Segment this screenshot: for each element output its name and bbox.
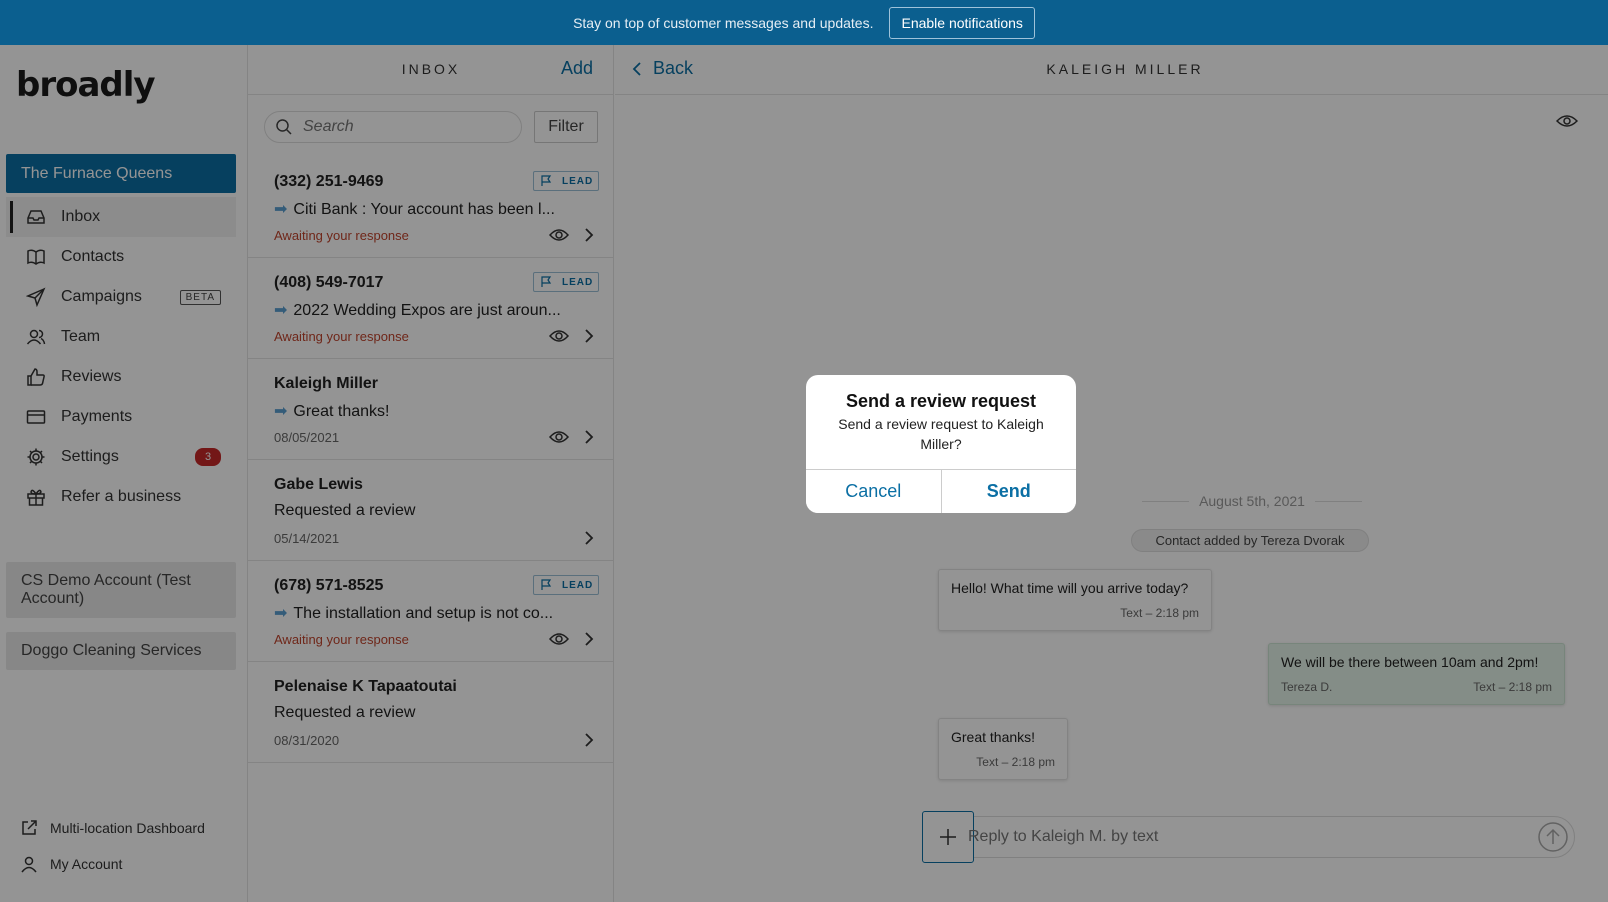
dialog-message: Send a review request to Kaleigh Miller? xyxy=(838,416,1044,452)
send-button[interactable]: Send xyxy=(940,470,1076,513)
dialog-actions: Cancel Send xyxy=(806,469,1076,513)
enable-notifications-button[interactable]: Enable notifications xyxy=(889,6,1035,39)
banner-text: Stay on top of customer messages and upd… xyxy=(573,14,874,31)
cancel-button[interactable]: Cancel xyxy=(806,470,941,513)
dialog-title: Send a review request xyxy=(845,391,1037,411)
modal-overlay[interactable] xyxy=(0,45,1608,902)
review-request-dialog: Send a review request Send a review requ… xyxy=(806,375,1076,513)
notification-banner: Stay on top of customer messages and upd… xyxy=(0,0,1608,45)
